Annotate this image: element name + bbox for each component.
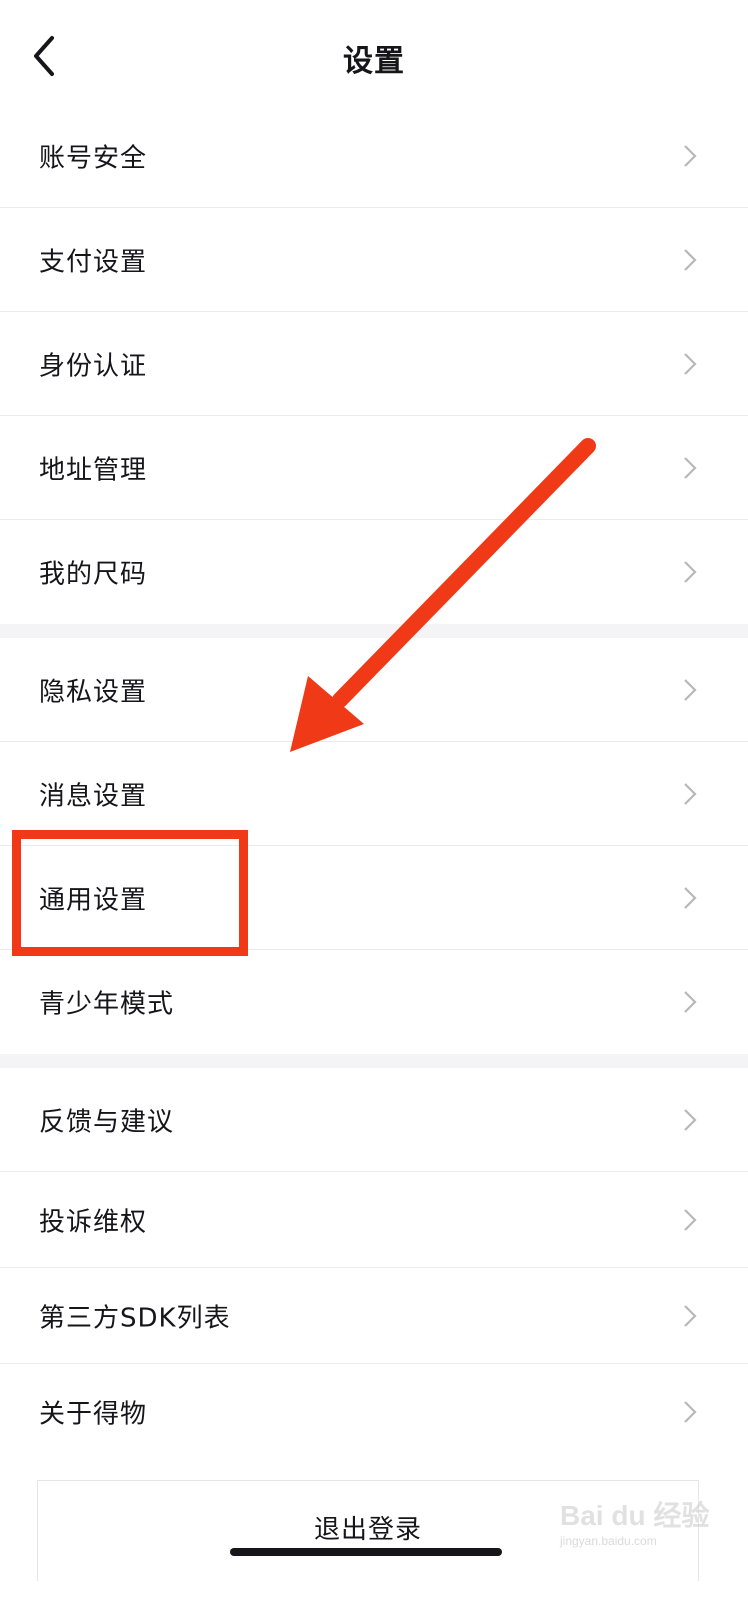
settings-item-label: 我的尺码 [39,559,148,590]
chevron-right-icon [684,783,697,805]
settings-item-about[interactable]: 关于得物 [0,1364,748,1460]
settings-group-about: 反馈与建议 投诉维权 第三方SDK列表 关于得物 [0,1068,748,1460]
group-separator [0,624,748,638]
settings-item-label: 消息设置 [39,781,148,812]
settings-item-privacy[interactable]: 隐私设置 [0,638,748,742]
chevron-right-icon [684,991,697,1013]
nav-bar: 设置 [0,0,748,112]
settings-item-label: 第三方SDK列表 [39,1303,231,1334]
settings-group-preferences: 隐私设置 消息设置 通用设置 青少年模式 [0,638,748,1054]
chevron-right-icon [684,1209,697,1231]
group-separator [0,1054,748,1068]
logout-label: 退出登录 [313,1515,422,1545]
settings-item-label: 隐私设置 [39,677,148,708]
settings-item-label: 青少年模式 [39,989,175,1020]
settings-item-label: 投诉维权 [39,1207,148,1238]
settings-item-label: 账号安全 [39,143,148,174]
chevron-right-icon [684,1401,697,1423]
settings-item-complaints[interactable]: 投诉维权 [0,1172,748,1268]
settings-item-general[interactable]: 通用设置 [0,846,748,950]
settings-item-label: 通用设置 [39,885,148,916]
logout-button[interactable]: 退出登录 [37,1480,699,1581]
settings-item-identity[interactable]: 身份认证 [0,312,748,416]
settings-item-address[interactable]: 地址管理 [0,416,748,520]
chevron-right-icon [684,1109,697,1131]
settings-item-label: 反馈与建议 [39,1107,175,1138]
settings-item-account-security[interactable]: 账号安全 [0,104,748,208]
chevron-right-icon [684,353,697,375]
settings-item-label: 地址管理 [39,455,148,486]
chevron-right-icon [684,887,697,909]
settings-group-account: 账号安全 支付设置 身份认证 地址管理 我的尺码 [0,104,748,624]
settings-item-teen-mode[interactable]: 青少年模式 [0,950,748,1054]
chevron-right-icon [684,679,697,701]
settings-item-my-size[interactable]: 我的尺码 [0,520,748,624]
page-title: 设置 [343,44,405,79]
chevron-right-icon [684,249,697,271]
chevron-right-icon [684,561,697,583]
settings-item-label: 身份认证 [39,351,148,382]
settings-item-payment[interactable]: 支付设置 [0,208,748,312]
chevron-right-icon [684,1305,697,1327]
settings-item-feedback[interactable]: 反馈与建议 [0,1068,748,1172]
settings-item-label: 支付设置 [39,247,148,278]
settings-item-notifications[interactable]: 消息设置 [0,742,748,846]
chevron-right-icon [684,457,697,479]
home-indicator[interactable] [230,1548,502,1556]
settings-item-third-party-sdk[interactable]: 第三方SDK列表 [0,1268,748,1364]
settings-item-label: 关于得物 [39,1399,148,1430]
chevron-right-icon [684,145,697,167]
